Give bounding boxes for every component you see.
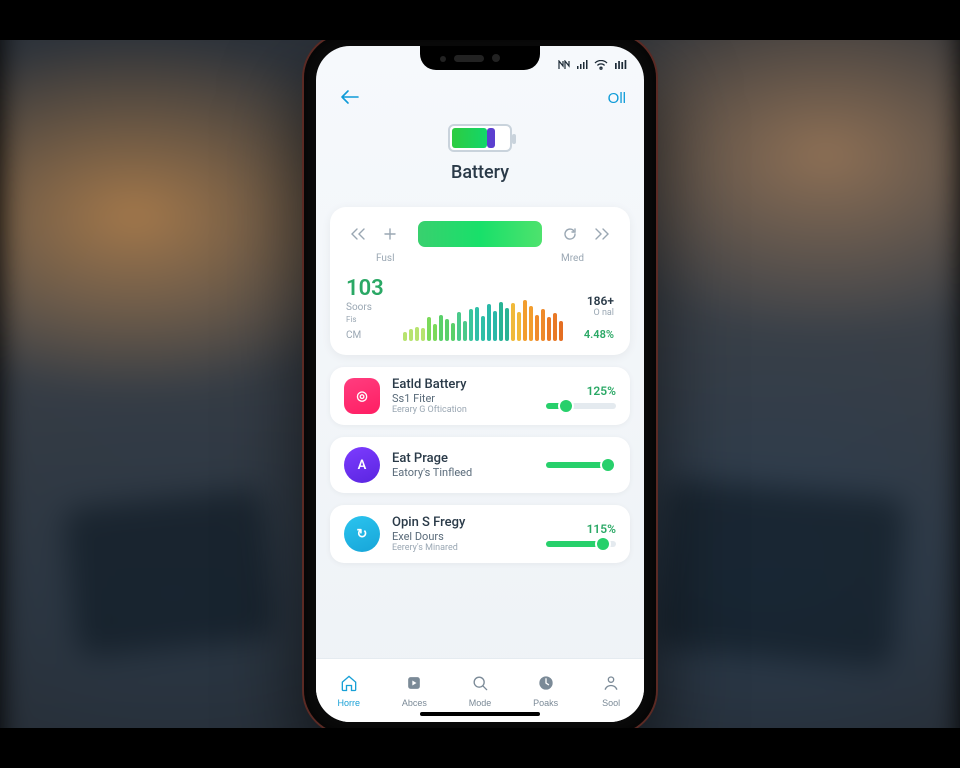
chart-bar — [481, 316, 485, 341]
usage-chart — [403, 295, 563, 341]
chart-bar — [559, 321, 563, 341]
tab-label: Sool — [602, 698, 620, 708]
chart-bar — [529, 306, 533, 341]
app-list: ◎ Eatld BatterySs1 FiterEerary G Ofticati… — [330, 367, 630, 563]
letterbox — [0, 728, 960, 768]
chart-bar — [421, 328, 425, 341]
next-fast-button[interactable] — [590, 222, 614, 246]
chart-bar — [505, 308, 509, 341]
range-label-left: Fusl — [376, 253, 395, 264]
signal-icon — [576, 60, 588, 70]
list-item-sub: Exel Dours — [392, 530, 534, 543]
list-item-title: Opin S Fregy — [392, 515, 534, 530]
chart-bar — [427, 317, 431, 341]
list-item-title: Eatld Battery — [392, 377, 534, 392]
chart-bar — [493, 311, 497, 341]
chart-bar — [469, 309, 473, 341]
list-item[interactable]: A Eat PrageEatory's Tinfleed — [330, 437, 630, 493]
letterbox — [0, 0, 960, 40]
chart-bar — [445, 319, 449, 341]
tab-horre[interactable]: Horre — [316, 659, 382, 722]
phone-frame: Oll Battery — [304, 34, 656, 734]
list-item-sub: Eatory's Tinfleed — [392, 466, 534, 479]
list-item-sub: Ss1 Fiter — [392, 392, 534, 405]
chart-bar — [457, 312, 461, 341]
chart-bar — [535, 315, 539, 341]
app-icon: ◎ — [344, 378, 380, 414]
video-icon — [404, 673, 424, 695]
stat-secondary-sub: O nal — [573, 308, 614, 318]
prev-fast-button[interactable] — [346, 222, 370, 246]
stat-primary-sub2: Fis — [346, 315, 393, 324]
chart-bar — [433, 324, 437, 341]
stat-cm: CM — [346, 330, 393, 341]
battery-bars-icon — [614, 60, 628, 70]
list-item-sub2: Eerery's Minared — [392, 543, 534, 553]
stat-primary: 103 — [346, 278, 393, 300]
range-pill[interactable] — [418, 221, 542, 247]
stat-primary-sub: Soors — [346, 302, 393, 313]
notch — [420, 46, 540, 70]
range-label-right: Mred — [561, 253, 584, 264]
list-item-title: Eat Prage — [392, 451, 534, 466]
list-item-sub2: Eerary G Oftication — [392, 405, 534, 415]
app-header: Oll — [316, 76, 644, 120]
header-action-button[interactable]: Oll — [608, 90, 626, 107]
search-icon — [470, 673, 490, 695]
tab-label: Poaks — [533, 698, 558, 708]
chart-bar — [409, 329, 413, 341]
stat-secondary: 186+ — [573, 294, 614, 308]
usage-slider[interactable] — [546, 403, 616, 409]
chart-bar — [415, 327, 419, 341]
chart-bar — [439, 315, 443, 341]
chart-bar — [403, 332, 407, 341]
profile-icon — [601, 673, 621, 695]
tab-label: Mode — [469, 698, 492, 708]
home-icon — [339, 673, 359, 695]
tab-sool[interactable]: Sool — [578, 659, 644, 722]
list-item-percent: 125% — [587, 384, 616, 398]
chart-bar — [541, 309, 545, 341]
chart-bar — [547, 317, 551, 341]
wifi-icon — [594, 60, 608, 70]
chart-bar — [475, 307, 479, 341]
list-item-percent: 115% — [587, 522, 616, 536]
hero-section: Battery — [316, 120, 644, 197]
tab-label: Horre — [338, 698, 361, 708]
chart-bar — [451, 323, 455, 341]
tab-label: Abces — [402, 698, 427, 708]
home-indicator[interactable] — [420, 712, 540, 716]
chart-bar — [553, 313, 557, 341]
range-controls — [346, 221, 614, 247]
back-button[interactable] — [334, 83, 366, 114]
page-title: Battery — [316, 162, 644, 183]
chart-bar — [517, 312, 521, 341]
stat-percent: 4.48% — [573, 328, 614, 341]
clock-icon — [536, 673, 556, 695]
app-icon: A — [344, 447, 380, 483]
chart-bar — [511, 303, 515, 341]
chart-bar — [463, 321, 467, 341]
nfc-icon — [558, 60, 570, 70]
refresh-button[interactable] — [558, 222, 582, 246]
app-icon: ↻ — [344, 516, 380, 552]
usage-slider[interactable] — [546, 462, 616, 468]
chart-bar — [523, 300, 527, 341]
list-item[interactable]: ↻ Opin S FregyExel DoursEerery's Minared 1… — [330, 505, 630, 563]
battery-icon — [448, 124, 512, 152]
chart-bar — [499, 302, 503, 341]
list-item[interactable]: ◎ Eatld BatterySs1 FiterEerary G Ofticati… — [330, 367, 630, 425]
chart-bar — [487, 304, 491, 341]
usage-slider[interactable] — [546, 541, 616, 547]
phone-screen: Oll Battery — [316, 46, 644, 722]
add-button[interactable] — [378, 222, 402, 246]
usage-card: Fusl Mred 103 Soors Fis CM 186+ O nal 4.… — [330, 207, 630, 355]
